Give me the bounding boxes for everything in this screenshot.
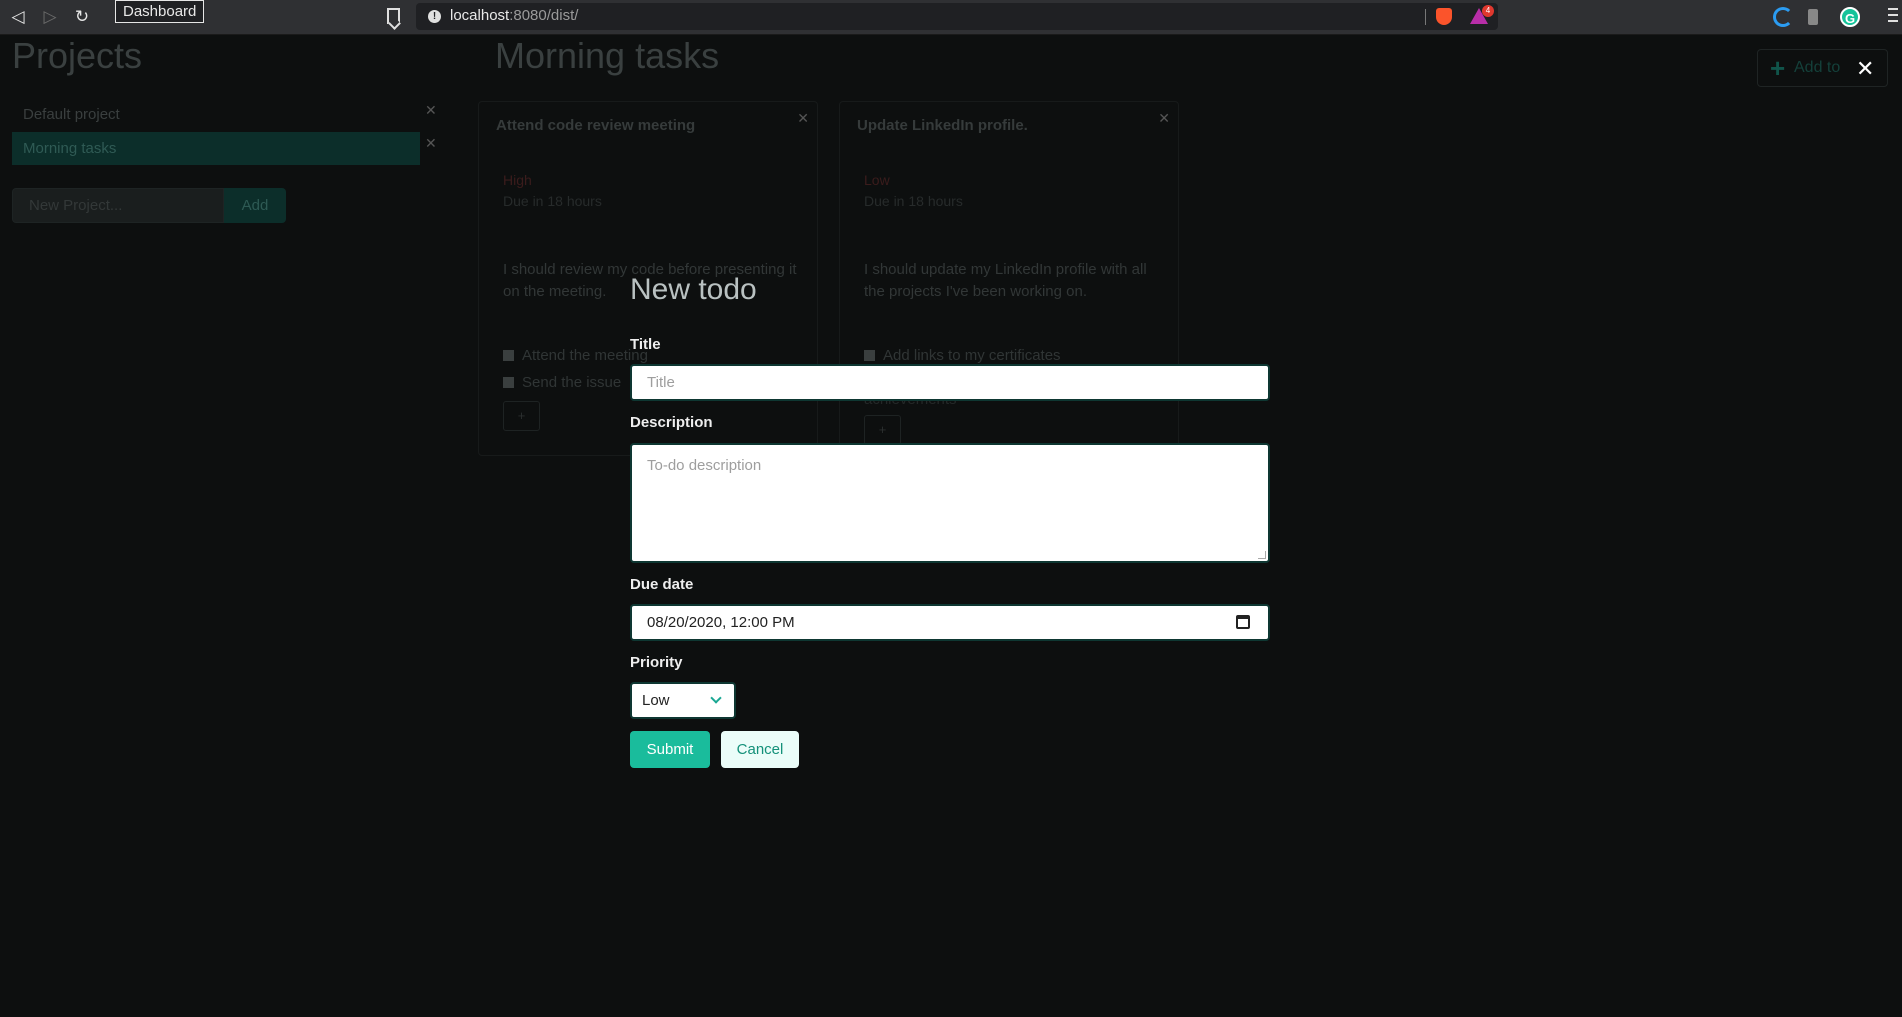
priority-label: Low [864,172,890,188]
title-input[interactable]: Title [630,364,1270,401]
reload-icon[interactable]: ↻ [72,7,92,27]
extension-slider-icon[interactable] [1808,9,1818,25]
rewards-badge: 4 [1482,5,1494,17]
description-label: Description [630,414,713,431]
project-item-morning-tasks[interactable]: Morning tasks [12,132,420,165]
checkbox-icon[interactable] [503,377,514,388]
modal-title: New todo [630,273,757,306]
browser-toolbar: ◁ ▷ ↻ Dashboard ! localhost:8080/dist/ 4… [0,0,1902,35]
todo-title: Update LinkedIn profile. [857,117,1028,134]
due-date-input[interactable]: 08/20/2020, 12:00 PM [630,604,1270,641]
project-item-default[interactable]: Default project [12,98,420,131]
plus-icon: + [1770,53,1786,83]
title-label: Title [630,336,661,353]
todo-description: I should update my LinkedIn profile with… [864,261,1147,300]
projects-heading: Projects [12,35,143,76]
delete-todo-icon[interactable]: ✕ [1158,110,1170,127]
checklist-item[interactable]: Add links to my certificates [864,347,1061,364]
todo-card: Update LinkedIn profile. ✕ Low Due in 18… [839,101,1179,456]
description-textarea[interactable]: To-do description [630,443,1270,563]
checkbox-icon[interactable] [864,350,875,361]
submit-button[interactable]: Submit [630,731,710,768]
calendar-icon[interactable] [1236,615,1250,629]
close-icon[interactable]: ✕ [1856,58,1874,80]
tab-tooltip: Dashboard [115,0,205,23]
priority-select[interactable]: Low [630,682,736,719]
url-text: localhost:8080/dist/ [450,7,579,24]
description-placeholder: To-do description [647,457,762,474]
resize-handle-icon[interactable] [1258,551,1266,559]
forward-icon[interactable]: ▷ [40,7,60,27]
priority-label: Priority [630,654,683,671]
address-bar[interactable]: ! localhost:8080/dist/ 4 [416,3,1498,30]
site-info-icon[interactable]: ! [428,10,441,23]
extension-c-icon[interactable] [1773,7,1793,27]
checklist-item[interactable]: Send the issue [503,374,621,391]
priority-label: High [503,172,532,188]
delete-project-icon[interactable]: ✕ [425,135,437,152]
add-project-button[interactable]: Add [224,188,286,223]
cancel-button[interactable]: Cancel [721,731,799,768]
new-project-input[interactable]: New Project... [12,188,224,223]
priority-value: Low [642,692,670,709]
due-label: Due in 18 hours [503,193,602,209]
delete-project-icon[interactable]: ✕ [425,102,437,119]
grammarly-icon[interactable]: G [1840,7,1860,27]
menu-icon[interactable] [1888,8,1898,24]
due-date-label: Due date [630,576,694,593]
url-divider [1425,9,1426,25]
todo-title: Attend code review meeting [496,117,696,134]
checklist-item[interactable]: Attend the meeting [503,347,648,364]
project-title: Morning tasks [495,35,720,76]
brave-shields-icon[interactable] [1436,8,1452,25]
checkbox-icon[interactable] [503,350,514,361]
due-date-value: 08/20/2020, 12:00 PM [647,614,795,631]
back-icon[interactable]: ◁ [8,7,28,27]
delete-todo-icon[interactable]: ✕ [797,110,809,127]
chevron-down-icon [710,692,722,704]
bookmark-icon[interactable] [387,8,400,24]
due-label: Due in 18 hours [864,193,963,209]
add-checklist-button[interactable]: + [503,401,540,431]
add-checklist-button[interactable]: + [864,415,901,445]
